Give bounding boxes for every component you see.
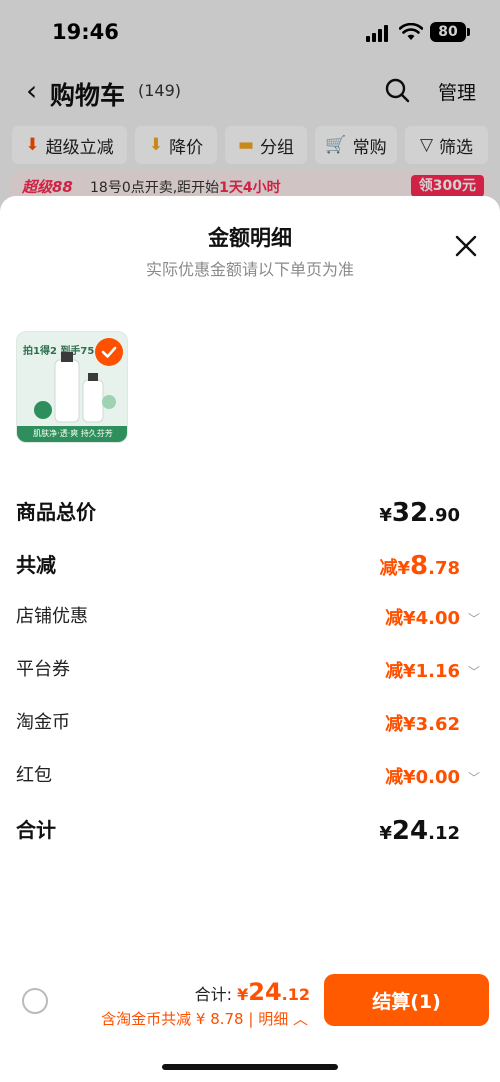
coupon-button[interactable]: 领300元 [410,175,484,197]
signal-icon [366,24,390,42]
battery-icon: 80 [430,22,470,42]
sheet-title: 金额明细 [208,226,292,250]
selected-check-icon[interactable] [95,338,123,366]
chevron-down-icon[interactable]: ﹀ [468,610,480,627]
red-packet-value: 减¥0.00 [385,767,460,788]
detail-link[interactable]: 明细 [258,1010,288,1028]
search-icon[interactable] [384,77,410,103]
checkout-discount: 含淘金币共减 ¥ 8.78 | 明细 ︿ [101,1010,308,1028]
filter-chip-group[interactable]: ▬ 分组 [225,126,307,164]
subtotal-value: ¥32.90 [379,498,460,528]
coins-label: 淘金币 [16,712,70,733]
grand-total-label: 合计 [16,818,56,842]
filter-chip-frequent[interactable]: 🛒 常购 [315,126,397,164]
shop-discount-value: 减¥4.00 [385,608,460,629]
chevron-up-icon[interactable]: ︿ [293,1010,308,1028]
red-packet-label: 红包 [16,765,52,786]
filter-chip-filter[interactable]: ▽ 筛选 [405,126,488,164]
down-arrow-icon: ⬇ [25,135,40,155]
amount-detail-sheet: 金额明细 实际优惠金额请以下单页为准 拍1得2 到手75 肌肤净·透·爽 持久芬… [0,196,500,1082]
chevron-down-icon[interactable]: ﹀ [468,769,480,786]
filter-chip-price-drop[interactable]: ⬇ 降价 [135,126,217,164]
cart-icon: 🛒 [325,135,347,155]
promo-tag: 超级88 [22,178,73,196]
total-discount-value: 减¥8.78 [379,551,460,581]
red-packet-row[interactable]: 红包 减¥0.00 ﹀ [0,761,500,801]
shop-discount-row[interactable]: 店铺优惠 减¥4.00 ﹀ [0,602,500,642]
filter-icon: ▽ [419,135,434,155]
status-time: 19:46 [52,20,119,44]
back-icon[interactable]: ‹ [26,77,37,105]
filter-row: ⬇ 超级立减 ⬇ 降价 ▬ 分组 🛒 常购 ▽ 筛选 [0,124,500,166]
home-indicator [162,1064,338,1070]
page-title: 购物车 [50,81,126,110]
subtotal-row: 商品总价 ¥32.90 [0,496,500,536]
promo-text: 18号0点开卖,距开始1天4小时 [90,180,281,196]
folder-icon: ▬ [237,135,255,155]
total-discount-label: 共减 [16,553,56,577]
checkout-total: 合计: ¥24.12 [194,978,310,1006]
platform-coupon-label: 平台券 [16,659,70,680]
sheet-subtitle: 实际优惠金额请以下单页为准 [145,260,354,279]
shop-discount-label: 店铺优惠 [16,606,88,627]
platform-coupon-value: 减¥1.16 [385,661,460,682]
checkout-button[interactable]: 结算(1) [324,974,489,1026]
manage-button[interactable]: 管理 [438,78,476,105]
status-bar: 19:46 80 [0,0,500,66]
grand-total-value: ¥24.12 [379,816,460,846]
total-discount-row: 共减 减¥8.78 [0,549,500,589]
coins-row: 淘金币 减¥3.62 [0,708,500,748]
product-thumbnail[interactable]: 拍1得2 到手75 肌肤净·透·爽 持久芬芳 [16,331,128,443]
close-icon[interactable] [454,234,478,258]
grand-total-row: 合计 ¥24.12 [0,814,500,854]
cart-header: ‹ 购物车 (149) 管理 [0,66,500,118]
chevron-down-icon[interactable]: ﹀ [468,663,480,680]
cart-count: (149) [138,81,182,100]
filter-chip-label: 分组 [260,137,295,158]
filter-chip-super-discount[interactable]: ⬇ 超级立减 [12,126,127,164]
platform-coupon-row[interactable]: 平台券 减¥1.16 ﹀ [0,655,500,695]
filter-chip-label: 常购 [352,137,387,158]
filter-chip-label: 筛选 [439,137,474,158]
product-band: 肌肤净·透·爽 持久芬芳 [17,426,127,442]
subtotal-label: 商品总价 [16,500,96,524]
wifi-icon [399,23,423,40]
filter-chip-label: 超级立减 [45,137,114,158]
filter-chip-label: 降价 [169,137,204,158]
down-arrow-icon: ⬇ [148,135,164,155]
coins-value: 减¥3.62 [385,714,460,735]
select-all-checkbox[interactable] [22,988,48,1014]
